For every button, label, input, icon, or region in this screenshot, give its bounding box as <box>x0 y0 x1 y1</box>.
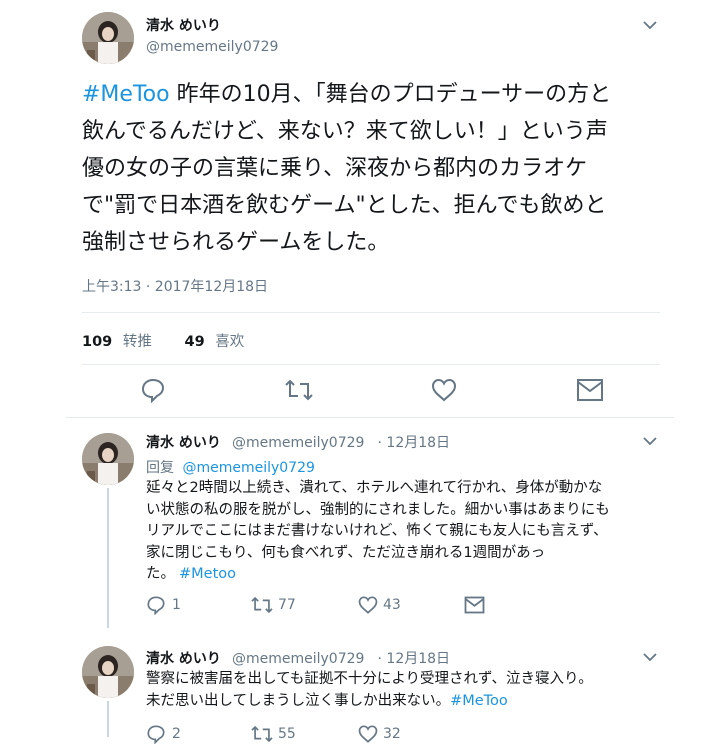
chevron-down-icon[interactable] <box>641 648 659 670</box>
heart-icon <box>431 378 457 402</box>
reply-date[interactable]: · 12月18日 <box>378 651 451 667</box>
tweet-text-line: 強制させられるゲームをした。 <box>82 230 390 255</box>
reply-date[interactable]: · 12月18日 <box>378 435 451 451</box>
retweet-button[interactable]: 55 <box>250 724 296 744</box>
divider <box>66 417 674 418</box>
chevron-down-icon[interactable] <box>641 16 659 38</box>
direct-message-button[interactable] <box>464 596 485 614</box>
reply-header: 清水 めいり @mememeily0729 · 12月18日 <box>146 648 450 668</box>
reply-button[interactable]: 2 <box>146 724 181 744</box>
hashtag-link[interactable]: #MeToo <box>82 82 170 107</box>
envelope-icon <box>464 596 485 614</box>
author-name[interactable]: 清水 めいり <box>146 651 221 667</box>
reply-icon <box>147 596 165 615</box>
avatar[interactable] <box>82 433 134 485</box>
reply-text: 警察に被害届を出しても証拠不十分により受理されず、泣き寝入り。 未だ思い出してし… <box>146 669 666 712</box>
reply-count: 1 <box>172 597 181 613</box>
reply-count: 2 <box>172 726 181 742</box>
reply-text-line: 警察に被害届を出しても証拠不十分により受理されず、泣き寝入り。 <box>146 671 593 687</box>
like-button[interactable] <box>430 377 458 407</box>
reply-to-handle[interactable]: @mememeily0729 <box>182 460 314 476</box>
reply-text-line: リアルでここにはまだ書けないけれど、怖くて親にも友人にも言えず、 <box>146 523 608 539</box>
likes-label[interactable]: 喜欢 <box>215 334 244 350</box>
tweet-text-line: で"罰で日本酒を飲むゲーム"とした、拒んでも飲めと <box>82 193 607 218</box>
author-handle[interactable]: @mememeily0729 <box>232 435 364 451</box>
reply-text-line: 未だ思い出してしまうし泣く事しか出来ない。 <box>146 692 451 709</box>
chevron-down-icon[interactable] <box>641 432 659 454</box>
reply-text-line: い状態の私の服を脱がし、強制的にされました。細かい事はあまりにも <box>146 501 610 518</box>
like-button[interactable]: 43 <box>357 595 401 615</box>
tweet-text-line: 飲んでるんだけど、来ない？来て欲しい！」という声 <box>82 119 608 144</box>
reply-text-line: 家に閉じこもり、何も食べれず、ただ泣き崩れる1週間があっ <box>146 544 546 561</box>
thread-line <box>107 701 109 737</box>
like-count: 32 <box>383 726 401 742</box>
avatar-image <box>82 646 134 698</box>
author-name[interactable]: 清水 めいり <box>146 435 221 451</box>
hashtag-link[interactable]: #MeToo <box>450 693 508 709</box>
tweet-text-line: 昨年の10月、「舞台のプロデューサーの方と <box>169 82 612 107</box>
tweet-stats: 109 转推 49 喜欢 <box>82 330 244 351</box>
retweet-icon <box>251 596 273 614</box>
reply-to-line: 回复 @mememeily0729 <box>146 457 315 477</box>
reply-text-line: た。 <box>146 566 175 582</box>
reply-text: 延々と2時間以上続き、潰れて、ホテルへ連れて行かれ、身体が動かな い状態の私の服… <box>146 478 666 586</box>
author-name[interactable]: 清水 めいり <box>146 15 221 35</box>
heart-icon <box>358 596 378 614</box>
tweet-text-line: 優の女の子の言葉に乗り、深夜から都内のカラオケ <box>82 156 588 181</box>
divider <box>82 364 660 365</box>
retweet-button[interactable]: 77 <box>250 595 296 615</box>
heart-icon <box>358 725 378 743</box>
reply-to-label: 回复 <box>146 460 174 476</box>
like-button[interactable]: 32 <box>357 724 401 744</box>
reply-button[interactable]: 1 <box>146 595 181 615</box>
avatar-image <box>82 12 134 64</box>
author-handle[interactable]: @mememeily0729 <box>146 39 278 55</box>
hashtag-link[interactable]: #Metoo <box>179 566 236 582</box>
like-count: 43 <box>383 597 401 613</box>
reply-icon <box>147 725 165 744</box>
reply-icon <box>141 378 165 404</box>
retweet-button[interactable] <box>284 377 314 407</box>
retweet-count: 55 <box>278 726 296 742</box>
reply-header: 清水 めいり @mememeily0729 · 12月18日 <box>146 432 450 452</box>
envelope-icon <box>577 379 603 401</box>
likes-count[interactable]: 49 <box>185 334 205 350</box>
retweet-icon <box>285 379 313 401</box>
divider <box>82 312 660 313</box>
reply-button[interactable] <box>140 377 166 407</box>
retweets-label[interactable]: 转推 <box>123 334 152 350</box>
tweet-text: #MeToo 昨年の10月、「舞台のプロデューサーの方と 飲んでるんだけど、来な… <box>82 76 682 261</box>
retweets-count[interactable]: 109 <box>82 334 112 350</box>
avatar[interactable] <box>82 12 134 64</box>
retweet-count: 77 <box>278 597 296 613</box>
avatar[interactable] <box>82 646 134 698</box>
avatar-image <box>82 433 134 485</box>
tweet-timestamp[interactable]: 上午3:13 · 2017年12月18日 <box>82 276 268 296</box>
author-handle[interactable]: @mememeily0729 <box>232 651 364 667</box>
reply-text-line: 延々と2時間以上続き、潰れて、ホテルへ連れて行かれ、身体が動かな <box>146 480 603 496</box>
thread-line <box>107 488 109 628</box>
retweet-icon <box>251 725 273 743</box>
direct-message-button[interactable] <box>576 378 604 406</box>
